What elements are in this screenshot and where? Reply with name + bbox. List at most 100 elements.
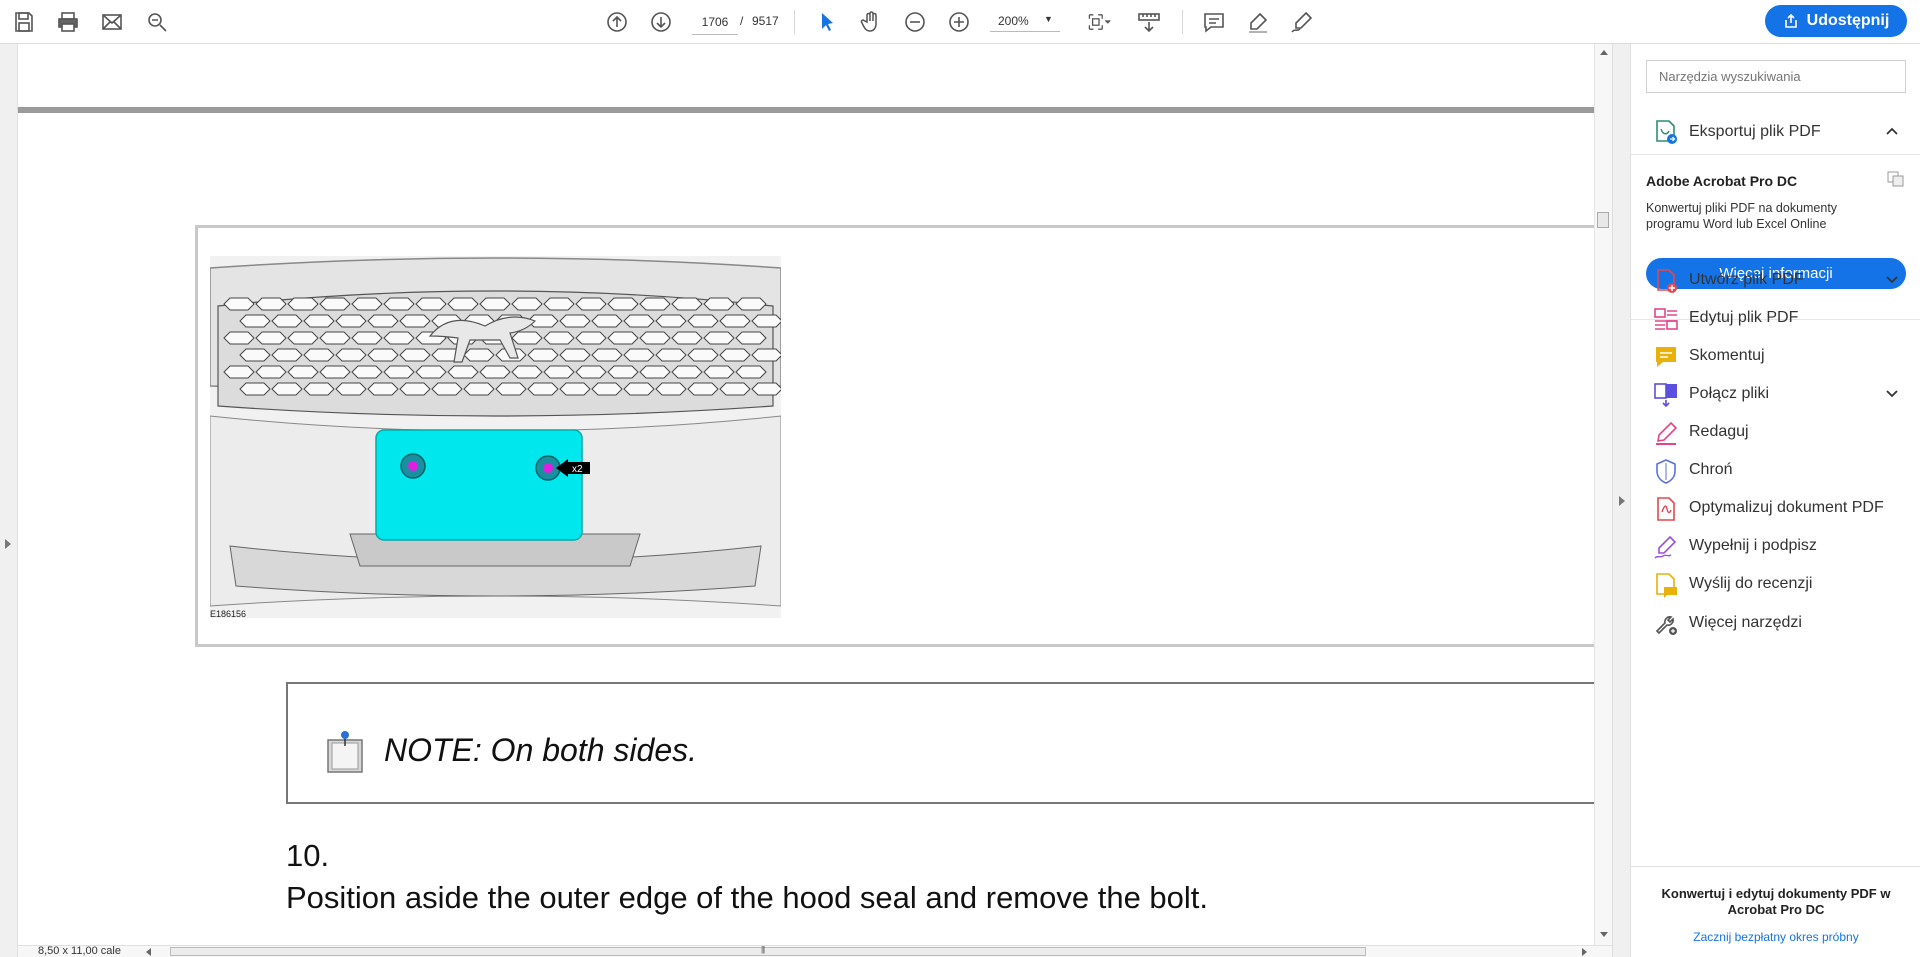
tool-more-tools[interactable]: Więcej narzędzi [1631,603,1920,643]
grille-cell [415,365,447,379]
toolbar-divider [1182,10,1183,34]
grille-cell [319,297,351,311]
grille-cell [623,382,655,396]
grille-cell [591,348,623,362]
tool-create-pdf[interactable]: Utwórz plik PDF [1631,260,1920,300]
search-zoom-icon[interactable] [143,8,171,36]
right-panel-toggle-strip[interactable] [1612,44,1630,957]
toolbar-divider [794,10,795,34]
tool-protect[interactable]: Chroń [1631,450,1920,490]
mail-icon[interactable] [98,8,126,36]
tool-fill-sign[interactable]: Wypełnij i podpisz [1631,526,1920,566]
grille-cell [495,382,527,396]
note-text: NOTE: On both sides. [384,732,698,768]
tool-comment-tool[interactable]: Skomentuj [1631,336,1920,376]
fill-sign-icon [1654,535,1677,559]
tools-panel: Eksportuj plik PDF Adobe Acrobat Pro DC … [1630,44,1920,957]
comment-icon[interactable] [1200,8,1228,36]
tool-label: Edytuj plik PDF [1689,309,1799,326]
collapse-right-panel-icon[interactable] [1619,496,1625,506]
tool-optimize-pdf[interactable]: Optymalizuj dokument PDF [1631,488,1920,528]
grille-cell [415,297,447,311]
scroll-grip-icon[interactable]: ||| [761,945,765,954]
grille-cell [543,331,575,345]
chevron-down-icon[interactable] [1885,387,1899,401]
note-clipboard-icon [327,731,363,773]
protect-icon [1656,459,1676,484]
grille-cell [271,382,303,396]
vertical-scrollbar[interactable] [1594,44,1612,945]
expand-left-panel-icon[interactable] [5,539,11,549]
grille-cell [719,314,751,328]
document-viewport[interactable]: x2 E186156 NOTE: On both sides. 10. Posi… [18,44,1594,945]
grille-cell [671,331,703,345]
tool-label: Optymalizuj dokument PDF [1689,499,1884,516]
sign-icon[interactable] [1288,8,1316,36]
tool-label: Połącz pliki [1689,385,1770,402]
grille-cell [271,314,303,328]
grille-cell [399,348,431,362]
free-trial-link[interactable]: Zacznij bezpłatny okres próbny [1646,930,1906,944]
grille-cell [223,297,255,311]
scroll-down-arrow-icon[interactable] [1600,932,1608,937]
grille-cell [639,297,671,311]
grille-cell [351,297,383,311]
tool-label: Skomentuj [1689,347,1765,364]
share-button[interactable]: Udostępnij [1765,5,1907,37]
grille-cell [559,348,591,362]
panel-footer: Konwertuj i edytuj dokumenty PDF w Acrob… [1631,866,1920,957]
grille-cell [303,314,335,328]
grille-cell [319,331,351,345]
grille-cell [575,365,607,379]
share-icon [1784,13,1797,28]
grille-cell [623,314,655,328]
grille-cell [639,331,671,345]
chevron-down-icon[interactable]: ▼ [1044,14,1053,24]
scroll-mode-icon[interactable] [1135,8,1163,36]
grille-cell [735,297,767,311]
hand-icon[interactable] [857,8,885,36]
chevron-down-icon[interactable] [1885,273,1899,287]
tools-search-input[interactable] [1646,60,1906,93]
chevron-up-icon[interactable] [1885,124,1899,138]
highlight-icon[interactable] [1244,8,1272,36]
grille-cell [511,297,543,311]
scroll-left-arrow-icon[interactable] [146,948,151,956]
export-pdf-icon [1656,120,1677,144]
grille-cell [399,382,431,396]
grille-cell [239,382,271,396]
grille-cell [527,382,559,396]
tool-label: Utwórz plik PDF [1689,271,1804,288]
grille-cell [479,365,511,379]
promo-title: Adobe Acrobat Pro DC [1646,173,1798,189]
grille-cell [655,314,687,328]
print-icon[interactable] [54,8,82,36]
scroll-up-arrow-icon[interactable] [1600,50,1608,55]
horizontal-scrollbar[interactable]: ||| [170,945,1366,956]
page-up-icon[interactable] [603,8,631,36]
page-down-icon[interactable] [647,8,675,36]
save-icon[interactable] [10,8,38,36]
grille-cell [351,331,383,345]
tool-redact[interactable]: Redaguj [1631,412,1920,452]
page-break-rule [18,107,1594,113]
zoom-out-icon[interactable] [901,8,929,36]
scroll-right-arrow-icon[interactable] [1582,948,1587,956]
page-number-input[interactable] [692,10,738,35]
grille-cell [575,297,607,311]
grille-cell [319,365,351,379]
tool-combine-files[interactable]: Połącz pliki [1631,374,1920,414]
scroll-thumb[interactable] [1597,212,1609,228]
select-cursor-icon[interactable] [813,8,841,36]
combine-files-icon [1654,383,1677,408]
tool-edit-pdf[interactable]: Edytuj plik PDF [1631,298,1920,338]
zoom-in-icon[interactable] [945,8,973,36]
left-navigation-strip[interactable] [0,44,18,957]
export-pdf-tool[interactable]: Eksportuj plik PDF [1631,110,1920,154]
grille-cell [607,297,639,311]
fit-page-icon[interactable] [1081,8,1117,36]
tool-send-review[interactable]: Wyślij do recenzji [1631,564,1920,604]
grille-cell [367,382,399,396]
grille-cell [703,365,735,379]
grille-cell [287,365,319,379]
